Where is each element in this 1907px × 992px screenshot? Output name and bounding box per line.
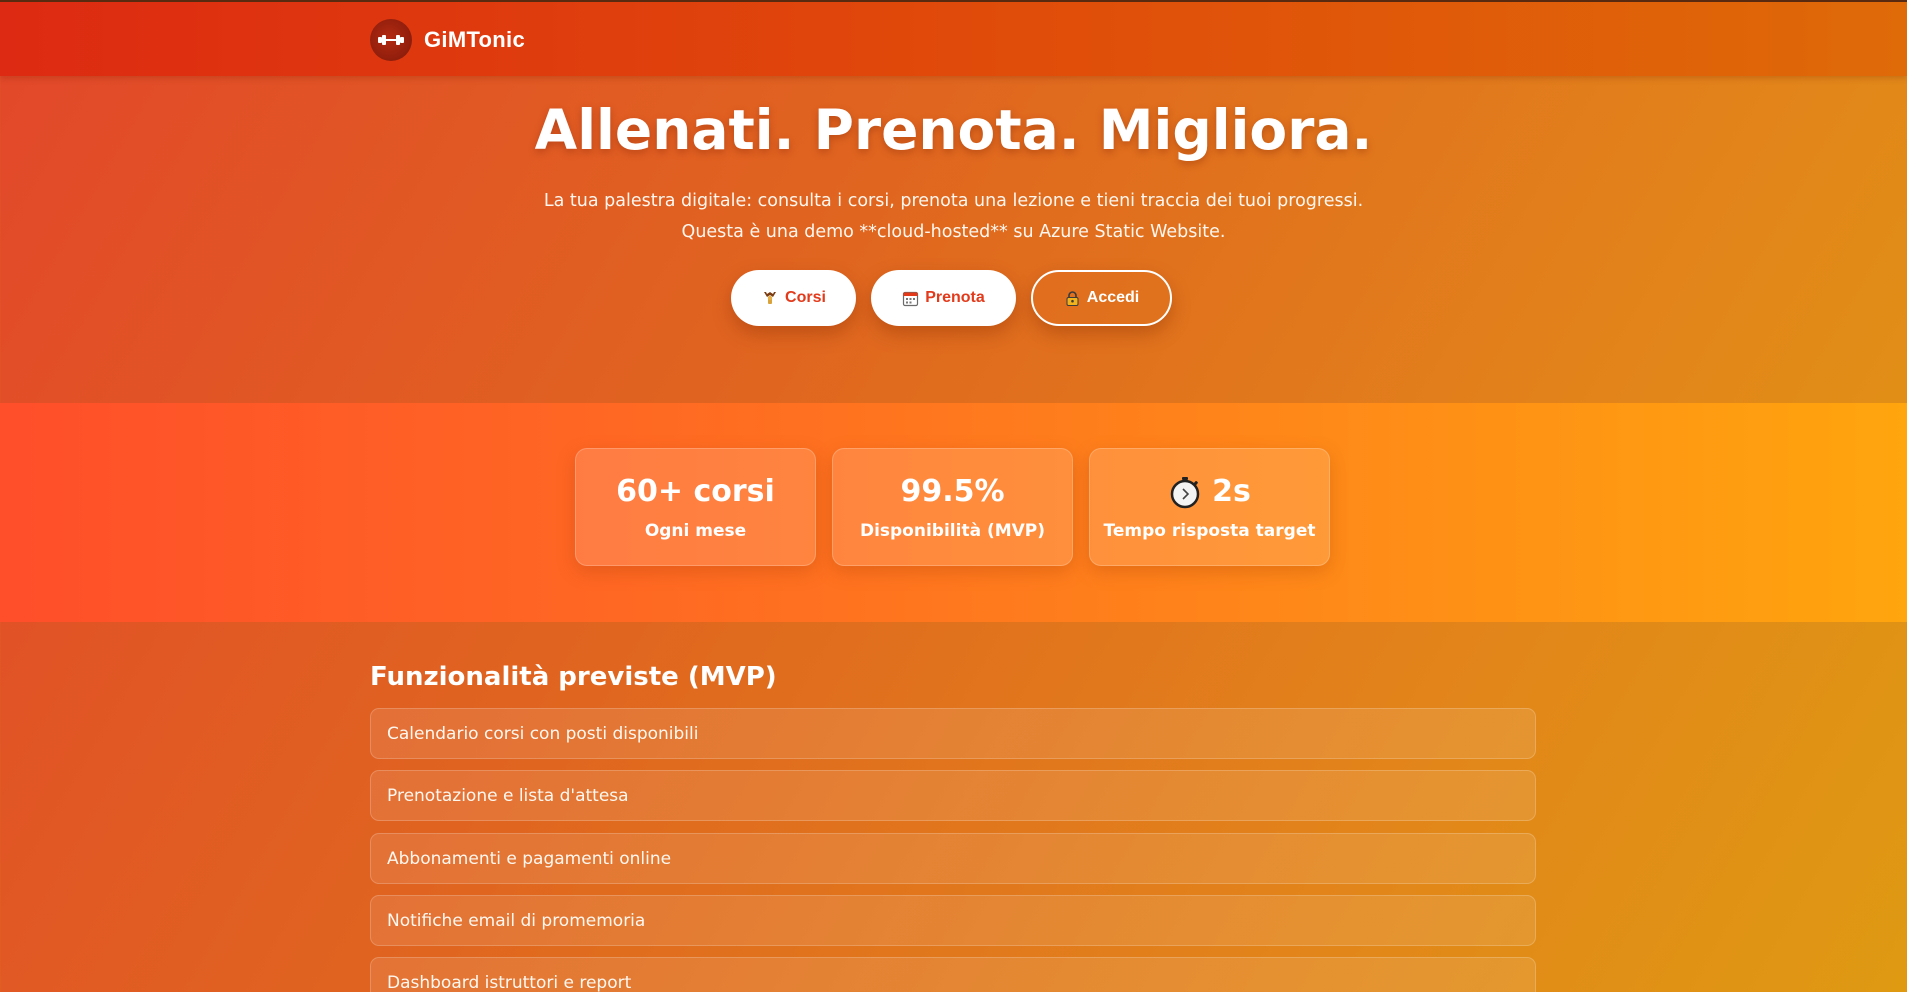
accedi-button-label: Accedi <box>1086 289 1140 306</box>
corsi-button[interactable]: Corsi <box>731 270 856 326</box>
flexed-arm-icon <box>761 289 779 307</box>
stat-label: Ogni mese <box>644 521 747 541</box>
prenota-button-label: Prenota <box>925 289 985 306</box>
list-item: Abbonamenti e pagamenti online <box>370 833 1536 884</box>
list-item: Calendario corsi con posti disponibili <box>370 708 1536 759</box>
page: GiMTonic Allenati. Prenota. Migliora. La… <box>0 0 1907 992</box>
accedi-button[interactable]: Accedi <box>1031 270 1172 326</box>
top-navbar: GiMTonic <box>0 0 1907 76</box>
brand-name: GiMTonic <box>424 27 525 52</box>
stat-card-response-time: 2s Tempo risposta target <box>1089 448 1330 566</box>
stat-value: 2s <box>1212 474 1251 509</box>
stat-card-courses: 60+ corsi Ogni mese <box>575 448 816 566</box>
features-title: Funzionalità previste (MVP) <box>370 662 777 692</box>
stopwatch-icon <box>1168 475 1202 509</box>
list-item: Prenotazione e lista d'attesa <box>370 770 1536 821</box>
stat-value-row: 2s <box>1090 474 1329 509</box>
stat-value: 99.5% <box>900 474 1005 509</box>
cta-buttons: Corsi Prenota Accedi <box>731 270 1172 326</box>
stat-card-availability: 99.5% Disponibilità (MVP) <box>832 448 1073 566</box>
stats-section: 60+ corsi Ogni mese 99.5% Disponibilità … <box>0 403 1907 622</box>
stat-value: 60+ corsi <box>616 474 775 509</box>
hero-section: Allenati. Prenota. Migliora. La tua pale… <box>0 76 1907 403</box>
prenota-button[interactable]: Prenota <box>871 270 1016 326</box>
corsi-button-label: Corsi <box>785 289 826 306</box>
calendar-icon <box>902 290 919 307</box>
stat-label: Tempo risposta target <box>1103 521 1316 541</box>
dumbbell-icon <box>370 19 412 61</box>
hero-title: Allenati. Prenota. Migliora. <box>534 98 1373 162</box>
brand[interactable]: GiMTonic <box>370 19 525 61</box>
stat-label: Disponibilità (MVP) <box>859 521 1046 541</box>
list-item: Dashboard istruttori e report <box>370 957 1536 992</box>
hero-subtitle-line1: La tua palestra digitale: consulta i cor… <box>543 191 1364 211</box>
list-item: Notifiche email di promemoria <box>370 895 1536 946</box>
lock-icon <box>1064 290 1081 307</box>
hero-subtitle-line2: Questa è una demo **cloud-hosted** su Az… <box>681 222 1226 242</box>
hero-subtitle: La tua palestra digitale: consulta i cor… <box>0 186 1907 248</box>
